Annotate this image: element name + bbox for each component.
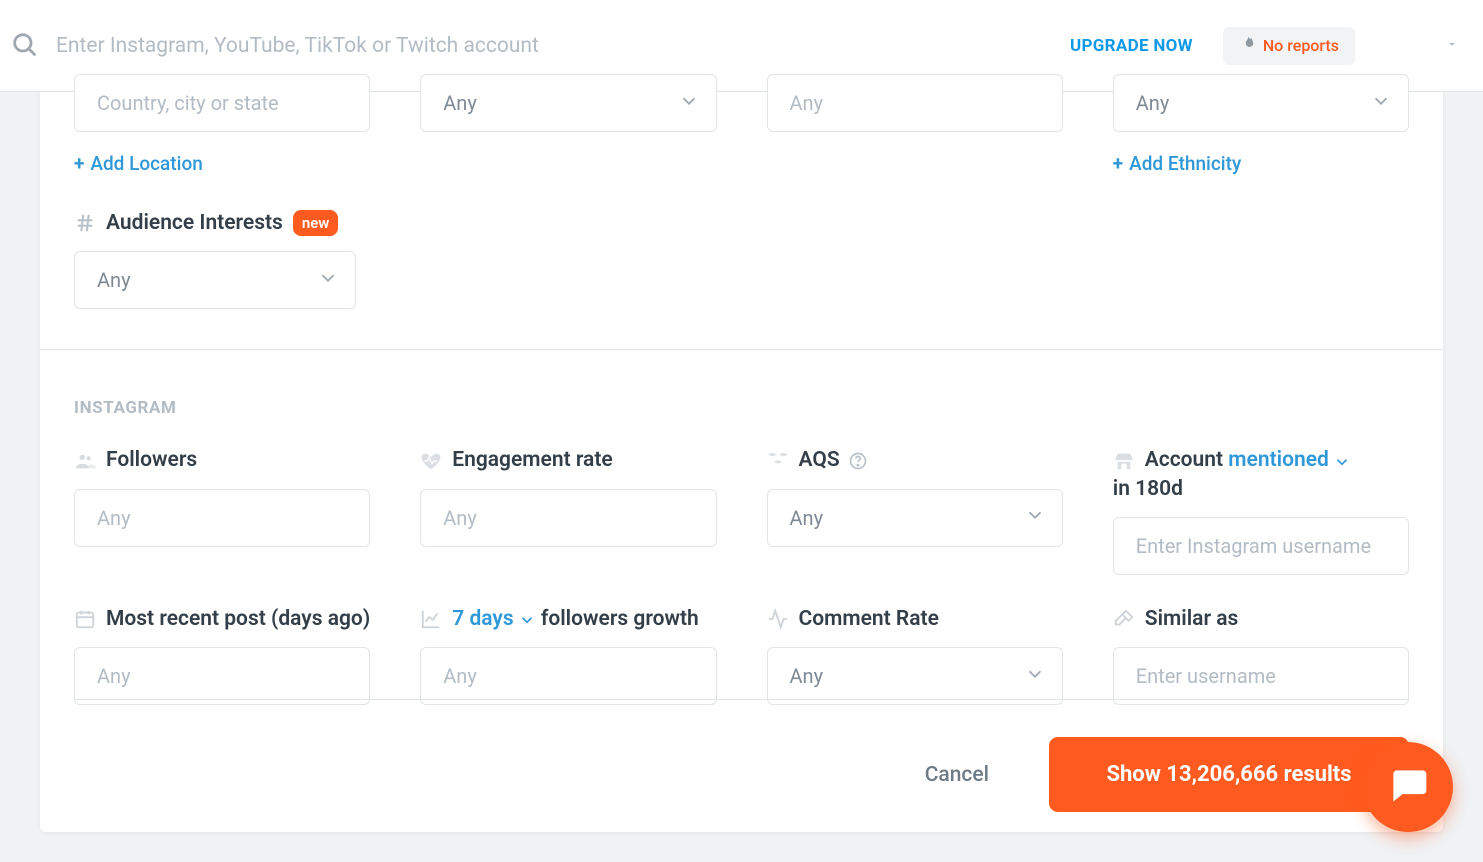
account-mentioned-input[interactable] bbox=[1113, 517, 1409, 575]
followers-input[interactable] bbox=[74, 489, 370, 547]
store-icon bbox=[1113, 450, 1135, 472]
upgrade-link[interactable]: UPGRADE NOW bbox=[1070, 36, 1193, 56]
chat-fab[interactable] bbox=[1363, 742, 1453, 832]
reports-label: No reports bbox=[1263, 36, 1339, 55]
chevron-down-icon bbox=[317, 267, 339, 294]
user-menu-caret[interactable] bbox=[1445, 36, 1459, 55]
section-divider bbox=[40, 349, 1443, 350]
panel-footer: Cancel Show 13,206,666 results bbox=[74, 737, 1409, 812]
followers-field: Followers bbox=[74, 446, 370, 575]
fire-icon bbox=[1239, 35, 1263, 57]
chart-line-icon bbox=[420, 608, 442, 630]
ethnicity-field: Any +Add Ethnicity bbox=[1113, 74, 1409, 175]
new-badge: new bbox=[293, 210, 339, 236]
similar-as-input[interactable] bbox=[1113, 647, 1409, 705]
aqs-field: AQS Any bbox=[767, 446, 1063, 575]
audience-col3-field bbox=[767, 74, 1063, 175]
activity-icon bbox=[767, 608, 789, 630]
hashtag-icon bbox=[74, 212, 96, 234]
reports-pill[interactable]: No reports bbox=[1223, 27, 1355, 65]
audience-col3-input[interactable] bbox=[767, 74, 1063, 132]
mention-type-dropdown[interactable]: mentioned bbox=[1228, 446, 1351, 474]
audience-col2-field: Any bbox=[420, 74, 716, 175]
chevron-down-icon bbox=[1024, 504, 1046, 531]
filters-row-audience: +Add Location Any Any +Add Ethnicity bbox=[74, 74, 1409, 175]
recent-post-input[interactable] bbox=[74, 647, 370, 705]
chat-icon bbox=[1386, 763, 1430, 811]
instagram-section: INSTAGRAM Followers Engagement rate bbox=[74, 398, 1409, 705]
chevron-down-icon bbox=[1024, 663, 1046, 690]
aqs-select[interactable]: Any bbox=[767, 489, 1063, 547]
location-field: +Add Location bbox=[74, 74, 370, 175]
location-input[interactable] bbox=[74, 74, 370, 132]
cubes-icon bbox=[767, 450, 789, 472]
filters-panel: +Add Location Any Any +Add Ethnicity Aud… bbox=[40, 92, 1443, 832]
account-mentioned-field: Account mentioned in 180d bbox=[1113, 446, 1409, 575]
add-ethnicity-link[interactable]: +Add Ethnicity bbox=[1113, 152, 1242, 175]
engagement-rate-field: Engagement rate bbox=[420, 446, 716, 575]
growth-period-dropdown[interactable]: 7 days bbox=[452, 605, 535, 633]
chevron-down-icon bbox=[1370, 90, 1392, 117]
recent-post-field: Most recent post (days ago) bbox=[74, 605, 370, 705]
followers-growth-field: 7 days followers growth bbox=[420, 605, 716, 705]
comment-rate-field: Comment Rate Any bbox=[767, 605, 1063, 705]
add-location-link[interactable]: +Add Location bbox=[74, 152, 203, 175]
followers-growth-input[interactable] bbox=[420, 647, 716, 705]
cancel-button[interactable]: Cancel bbox=[925, 763, 989, 787]
audience-interests-block: Audience Interests new Any bbox=[74, 209, 356, 309]
ethnicity-select[interactable]: Any bbox=[1113, 74, 1409, 132]
search-icon bbox=[10, 30, 38, 62]
comment-rate-select[interactable]: Any bbox=[767, 647, 1063, 705]
chevron-down-icon bbox=[678, 90, 700, 117]
instagram-section-title: INSTAGRAM bbox=[74, 398, 1409, 418]
heartbeat-icon bbox=[420, 450, 442, 472]
audience-interests-label: Audience Interests new bbox=[74, 209, 356, 237]
eyedropper-icon bbox=[1113, 608, 1135, 630]
similar-as-field: Similar as bbox=[1113, 605, 1409, 705]
global-search-input[interactable] bbox=[54, 33, 1070, 59]
audience-col2-select[interactable]: Any bbox=[420, 74, 716, 132]
users-icon bbox=[74, 450, 96, 472]
help-icon[interactable] bbox=[848, 451, 868, 471]
engagement-rate-input[interactable] bbox=[420, 489, 716, 547]
audience-interests-select[interactable]: Any bbox=[74, 251, 356, 309]
calendar-icon bbox=[74, 608, 96, 630]
show-results-button[interactable]: Show 13,206,666 results bbox=[1049, 737, 1409, 812]
